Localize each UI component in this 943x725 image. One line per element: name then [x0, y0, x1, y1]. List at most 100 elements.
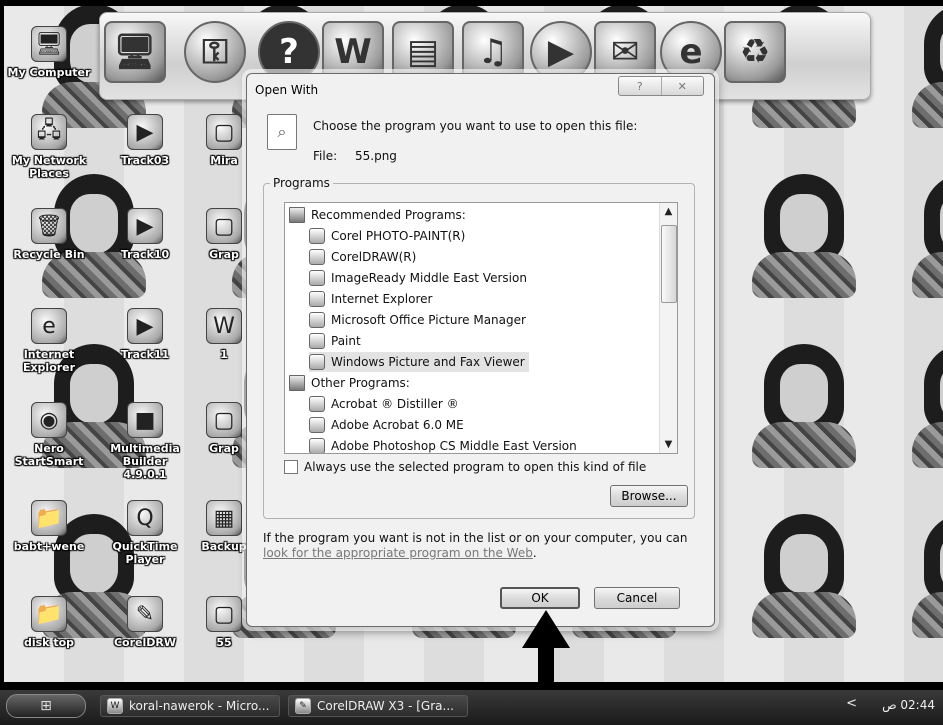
desktop-icon-word-doc[interactable]: W 1 [194, 308, 254, 361]
desktop-icon-babt-wene[interactable]: 📁 babt+wene [4, 500, 94, 553]
desktop-icon-my-computer[interactable]: 🖥 My Computer [4, 26, 94, 79]
program-item-windows-picture-fax-viewer[interactable]: Windows Picture and Fax Viewer [309, 352, 529, 372]
desktop-icon-recycle-bin[interactable]: 🗑 Recycle Bin [4, 208, 94, 261]
key-icon[interactable]: ⚿ [182, 19, 248, 85]
list-item-label: Paint [331, 334, 361, 348]
open-with-dialog: Open With ? ✕ ⌕ Choose the program you w… [246, 73, 715, 627]
image-file-icon: ▢ [206, 596, 242, 632]
desktop-icon-label: My Computer [7, 66, 91, 79]
desktop-icon-label: CorelDRW [113, 636, 177, 649]
scroll-down-icon[interactable]: ▼ [660, 436, 677, 453]
browse-button[interactable]: Browse... [610, 485, 688, 507]
scroll-up-icon[interactable]: ▲ [660, 203, 677, 220]
desktop-icon-label: Backup [201, 540, 247, 553]
recycle-bin-icon[interactable]: ♻ [722, 19, 788, 85]
wallpaper-portrait [744, 336, 864, 486]
desktop-icon-coreldrw[interactable]: ✎ CorelDRW [100, 596, 190, 649]
always-use-row[interactable]: Always use the selected program to open … [284, 460, 646, 474]
desktop-icon-grap-2[interactable]: ▢ Grap [194, 402, 254, 455]
cancel-button[interactable]: Cancel [594, 587, 680, 609]
desktop-icon-grap-1[interactable]: ▢ Grap [194, 208, 254, 261]
wallpaper-portrait-part [752, 252, 856, 298]
desktop-icon-mira[interactable]: ▢ Mira [194, 114, 254, 167]
list-item-label: Windows Picture and Fax Viewer [331, 355, 525, 369]
desktop-icon-label: Mira [210, 154, 238, 167]
info-text-end: . [532, 546, 537, 560]
computer-icon[interactable]: 🖥 [102, 19, 168, 85]
program-item-paint[interactable]: Paint [309, 331, 361, 351]
paint-icon [309, 333, 325, 349]
list-item-label: Adobe Photoshop CS Middle East Version [331, 439, 577, 453]
desktop-icon-track11[interactable]: ▶ Track11 [100, 308, 190, 361]
file-label: File: [313, 149, 338, 163]
tray-expand-icon[interactable]: < [846, 696, 857, 711]
desktop-icon-label: babt+wene [13, 540, 85, 553]
wallpaper-portrait-part [752, 422, 856, 468]
ok-button[interactable]: OK [500, 587, 580, 609]
quicktime-icon: Q [127, 500, 163, 536]
desktop-icon-label: QuickTime Player [112, 540, 178, 566]
program-item-corel-photo-paint[interactable]: Corel PHOTO-PAINT(R) [309, 226, 465, 246]
desktop-icon-disk-top[interactable]: 📁 disk top [4, 596, 94, 649]
program-group-icon [289, 207, 305, 223]
wallpaper-portrait [904, 6, 943, 146]
coreldraw-icon: ✎ [295, 698, 311, 714]
close-icon: ✕ [677, 79, 687, 93]
corel-photo-paint-icon [309, 228, 325, 244]
desktop-icon-multimedia-builder[interactable]: ■ Multimedia Builder 4.9.0.1 [100, 402, 190, 481]
desktop-icon-nero-startsmart[interactable]: ◉ Nero StartSmart [4, 402, 94, 468]
always-use-checkbox[interactable] [284, 460, 298, 474]
help-button[interactable]: ? [619, 77, 661, 95]
start-button[interactable]: ⊞ [6, 694, 86, 718]
program-group-icon [289, 375, 305, 391]
clock[interactable]: 02:44 ص [882, 698, 935, 712]
acrobat-distiller-icon [309, 396, 325, 412]
list-item-label: ImageReady Middle East Version [331, 271, 527, 285]
program-list[interactable]: Recommended Programs: Corel PHOTO-PAINT(… [284, 202, 678, 454]
coreldraw-icon: ✎ [127, 596, 163, 632]
taskbar: ⊞ W koral-nawerok - Micro... ✎ CorelDRAW… [0, 690, 943, 725]
audio-track-icon: ▶ [127, 114, 163, 150]
web-search-link[interactable]: look for the appropriate program on the … [263, 546, 533, 560]
taskbar-item-coreldraw[interactable]: ✎ CorelDRAW X3 - [Gra... [288, 695, 468, 717]
program-item-acrobat-distiller[interactable]: Acrobat ® Distiller ® [309, 394, 459, 414]
desktop-icon-internet-explorer[interactable]: e Internet Explorer [4, 308, 94, 374]
program-item-imageready[interactable]: ImageReady Middle East Version [309, 268, 527, 288]
list-item-label: Recommended Programs: [311, 208, 466, 222]
program-item-office-picture-manager[interactable]: Microsoft Office Picture Manager [309, 310, 526, 330]
other-programs-header[interactable]: Other Programs: [289, 373, 410, 393]
desktop-icon-label: Grap [209, 442, 239, 455]
desktop-icon-label: Track10 [120, 248, 170, 261]
nero-icon: ◉ [31, 402, 67, 438]
desktop-icon-label: Track11 [120, 348, 170, 361]
program-item-coreldraw[interactable]: CorelDRAW(R) [309, 247, 416, 267]
list-item-label: Adobe Acrobat 6.0 ME [331, 418, 464, 432]
programs-legend: Programs [270, 176, 333, 190]
close-button[interactable]: ✕ [660, 77, 704, 95]
program-list-scrollbar[interactable]: ▲ ▼ [659, 203, 677, 453]
wallpaper-portrait-part [780, 364, 828, 424]
program-item-internet-explorer[interactable]: Internet Explorer [309, 289, 432, 309]
wallpaper-portrait [744, 506, 864, 656]
scroll-thumb[interactable] [661, 225, 677, 303]
info-text-body: If the program you want is not in the li… [263, 531, 688, 545]
program-item-adobe-acrobat[interactable]: Adobe Acrobat 6.0 ME [309, 415, 464, 435]
list-item-label: Other Programs: [311, 376, 410, 390]
wallpaper-portrait-part [780, 534, 828, 594]
desktop-icon-55[interactable]: ▢ 55 [194, 596, 254, 649]
recommended-programs-header[interactable]: Recommended Programs: [289, 205, 466, 225]
desktop-icon-my-network-places[interactable]: 🖧 My Network Places [4, 114, 94, 180]
taskbar-item-word[interactable]: W koral-nawerok - Micro... [100, 695, 280, 717]
internet-explorer-icon [309, 291, 325, 307]
desktop-icon-track10[interactable]: ▶ Track10 [100, 208, 190, 261]
program-item-photoshop[interactable]: Adobe Photoshop CS Middle East Version [309, 436, 577, 453]
adobe-acrobat-icon [309, 417, 325, 433]
desktop-icon-track03[interactable]: ▶ Track03 [100, 114, 190, 167]
computer-icon: 🖥 [31, 26, 67, 62]
desktop-icon-quicktime-player[interactable]: Q QuickTime Player [100, 500, 190, 566]
desktop-icon-backup[interactable]: ▦ Backup [194, 500, 254, 553]
list-item-label: Microsoft Office Picture Manager [331, 313, 526, 327]
info-text: If the program you want is not in the li… [263, 531, 703, 561]
desktop-icon-label: disk top [23, 636, 75, 649]
wallpaper-portrait [904, 166, 943, 316]
